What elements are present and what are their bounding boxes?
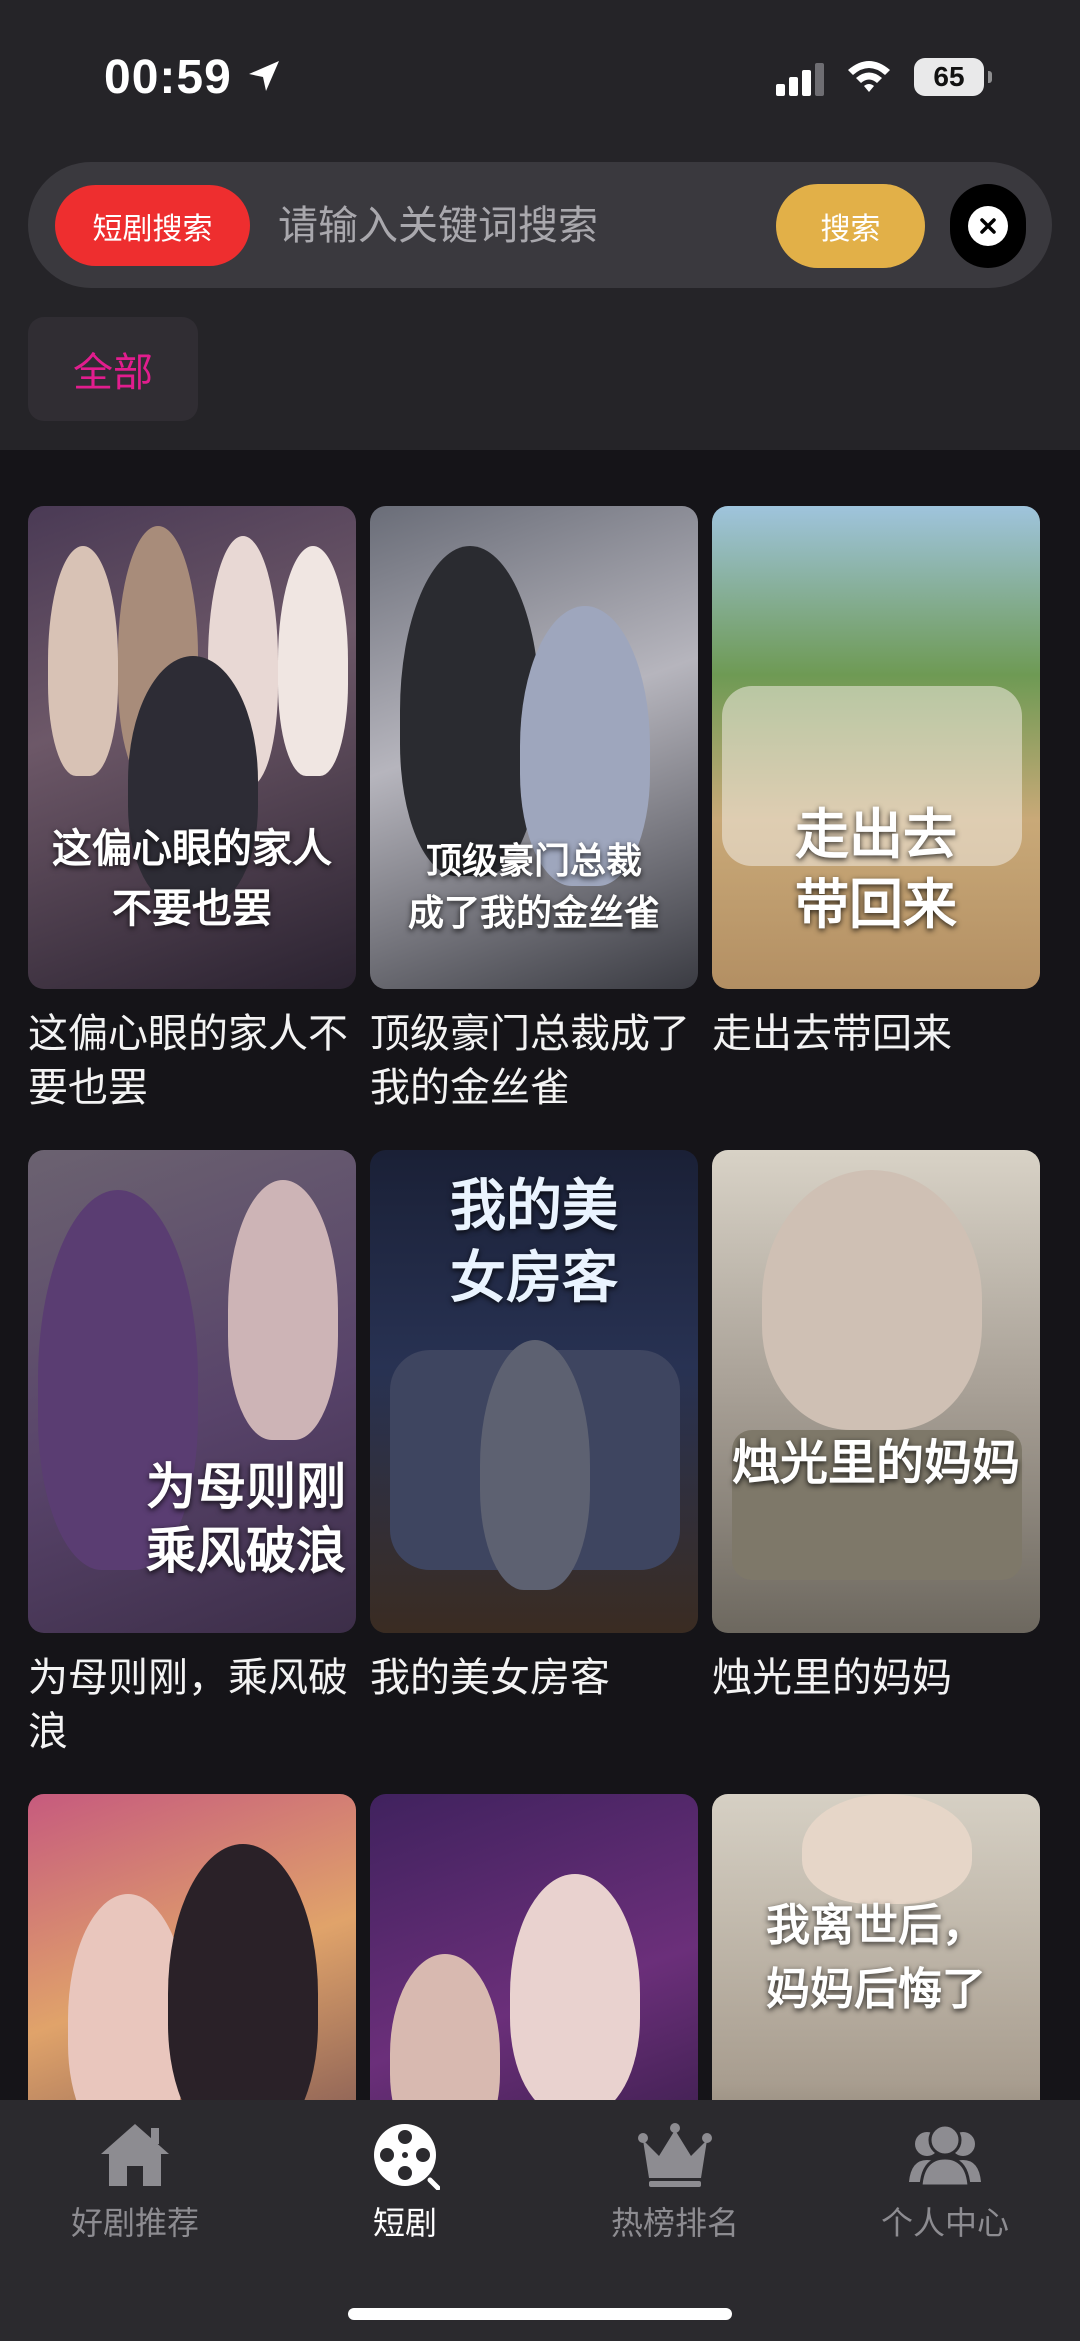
poster-title-text: 顶级豪门总裁 成了我的金丝雀 xyxy=(407,840,660,934)
drama-card[interactable]: 顶级豪门总裁 成了我的金丝雀 顶级豪门总裁成了我的金丝雀 xyxy=(370,506,698,1115)
tab-home[interactable]: 好剧推荐 xyxy=(0,2110,270,2260)
poster-title-text: 我离世后， 妈妈后悔了 xyxy=(766,1900,986,2015)
status-time: 00:59 xyxy=(104,51,232,104)
drama-poster[interactable]: 我离世后， 妈妈后悔了 xyxy=(712,1794,1040,2100)
drama-poster[interactable]: 为母则刚 乘风破浪 xyxy=(28,1150,356,1633)
home-indicator[interactable] xyxy=(348,2308,732,2320)
home-icon xyxy=(101,2124,169,2186)
drama-card[interactable]: 为母则刚 乘风破浪 为母则刚，乘风破浪 xyxy=(28,1150,356,1759)
drama-title: 顶级豪门总裁成了我的金丝雀 xyxy=(370,1011,690,1111)
drama-title: 这偏心眼的家人不要也罢 xyxy=(28,1011,348,1111)
drama-title: 为母则刚，乘风破浪 xyxy=(28,1655,348,1755)
drama-card[interactable] xyxy=(28,1794,356,2100)
film-reel-icon xyxy=(374,2124,440,2190)
tab-profile[interactable]: 个人中心 xyxy=(810,2110,1080,2260)
poster-title-text: 为母则刚 乘风破浪 xyxy=(146,1457,346,1580)
drama-poster[interactable]: 顶级豪门总裁 成了我的金丝雀 xyxy=(370,506,698,989)
drama-card[interactable]: 走出去 带回来 走出去带回来 xyxy=(712,506,1040,1061)
drama-poster[interactable] xyxy=(370,1794,698,2100)
tab-label: 热榜排名 xyxy=(610,2204,739,2242)
search-input[interactable] xyxy=(278,190,758,262)
status-bar: 00:59 65 xyxy=(0,0,1080,160)
tab-label: 个人中心 xyxy=(880,2204,1009,2242)
crown-icon xyxy=(638,2123,712,2187)
close-button[interactable] xyxy=(950,184,1026,268)
drama-title: 走出去带回来 xyxy=(712,1011,952,1057)
drama-card[interactable] xyxy=(370,1794,698,2100)
drama-poster[interactable] xyxy=(28,1794,356,2100)
poster-title-text: 走出去 带回来 xyxy=(795,802,957,936)
tab-short-drama[interactable]: 短剧 xyxy=(270,2110,540,2260)
drama-card[interactable]: 我离世后， 妈妈后悔了 xyxy=(712,1794,1040,2100)
drama-poster[interactable]: 烛光里的妈妈 xyxy=(712,1150,1040,1633)
battery-icon: 65 xyxy=(914,58,992,96)
screen: 00:59 65 短剧搜索 搜索 xyxy=(0,0,1080,2341)
close-circle-icon xyxy=(968,206,1008,246)
drama-poster[interactable]: 这偏心眼的家人 不要也罢 xyxy=(28,506,356,989)
category-chip-all[interactable]: 全部 xyxy=(28,317,198,421)
poster-title-text: 我的美 女房客 xyxy=(450,1173,618,1311)
drama-title: 烛光里的妈妈 xyxy=(712,1655,952,1701)
drama-card[interactable]: 这偏心眼的家人 不要也罢 这偏心眼的家人不要也罢 xyxy=(28,506,356,1115)
cellular-signal-icon xyxy=(776,62,828,102)
tab-hot-ranking[interactable]: 热榜排名 xyxy=(540,2110,810,2260)
search-button[interactable]: 搜索 xyxy=(776,184,925,268)
wifi-icon xyxy=(846,58,892,98)
users-icon xyxy=(909,2123,981,2188)
drama-card[interactable]: 我的美 女房客 我的美女房客 xyxy=(370,1150,698,1705)
drama-title: 我的美女房客 xyxy=(370,1655,610,1701)
poster-title-text: 烛光里的妈妈 xyxy=(731,1435,1020,1491)
drama-grid: 这偏心眼的家人 不要也罢 这偏心眼的家人不要也罢 顶级豪门总裁 成了我的金丝雀 顶级… xyxy=(0,450,1080,2100)
search-tag-short-drama[interactable]: 短剧搜索 xyxy=(55,185,250,266)
drama-poster[interactable]: 我的美 女房客 xyxy=(370,1150,698,1633)
poster-title-text: 这偏心眼的家人 不要也罢 xyxy=(52,825,332,932)
drama-poster[interactable]: 走出去 带回来 xyxy=(712,506,1040,989)
tab-label: 短剧 xyxy=(372,2204,437,2242)
drama-card[interactable]: 烛光里的妈妈 烛光里的妈妈 xyxy=(712,1150,1040,1705)
location-arrow-icon xyxy=(246,58,282,98)
tab-label: 好剧推荐 xyxy=(70,2204,199,2242)
